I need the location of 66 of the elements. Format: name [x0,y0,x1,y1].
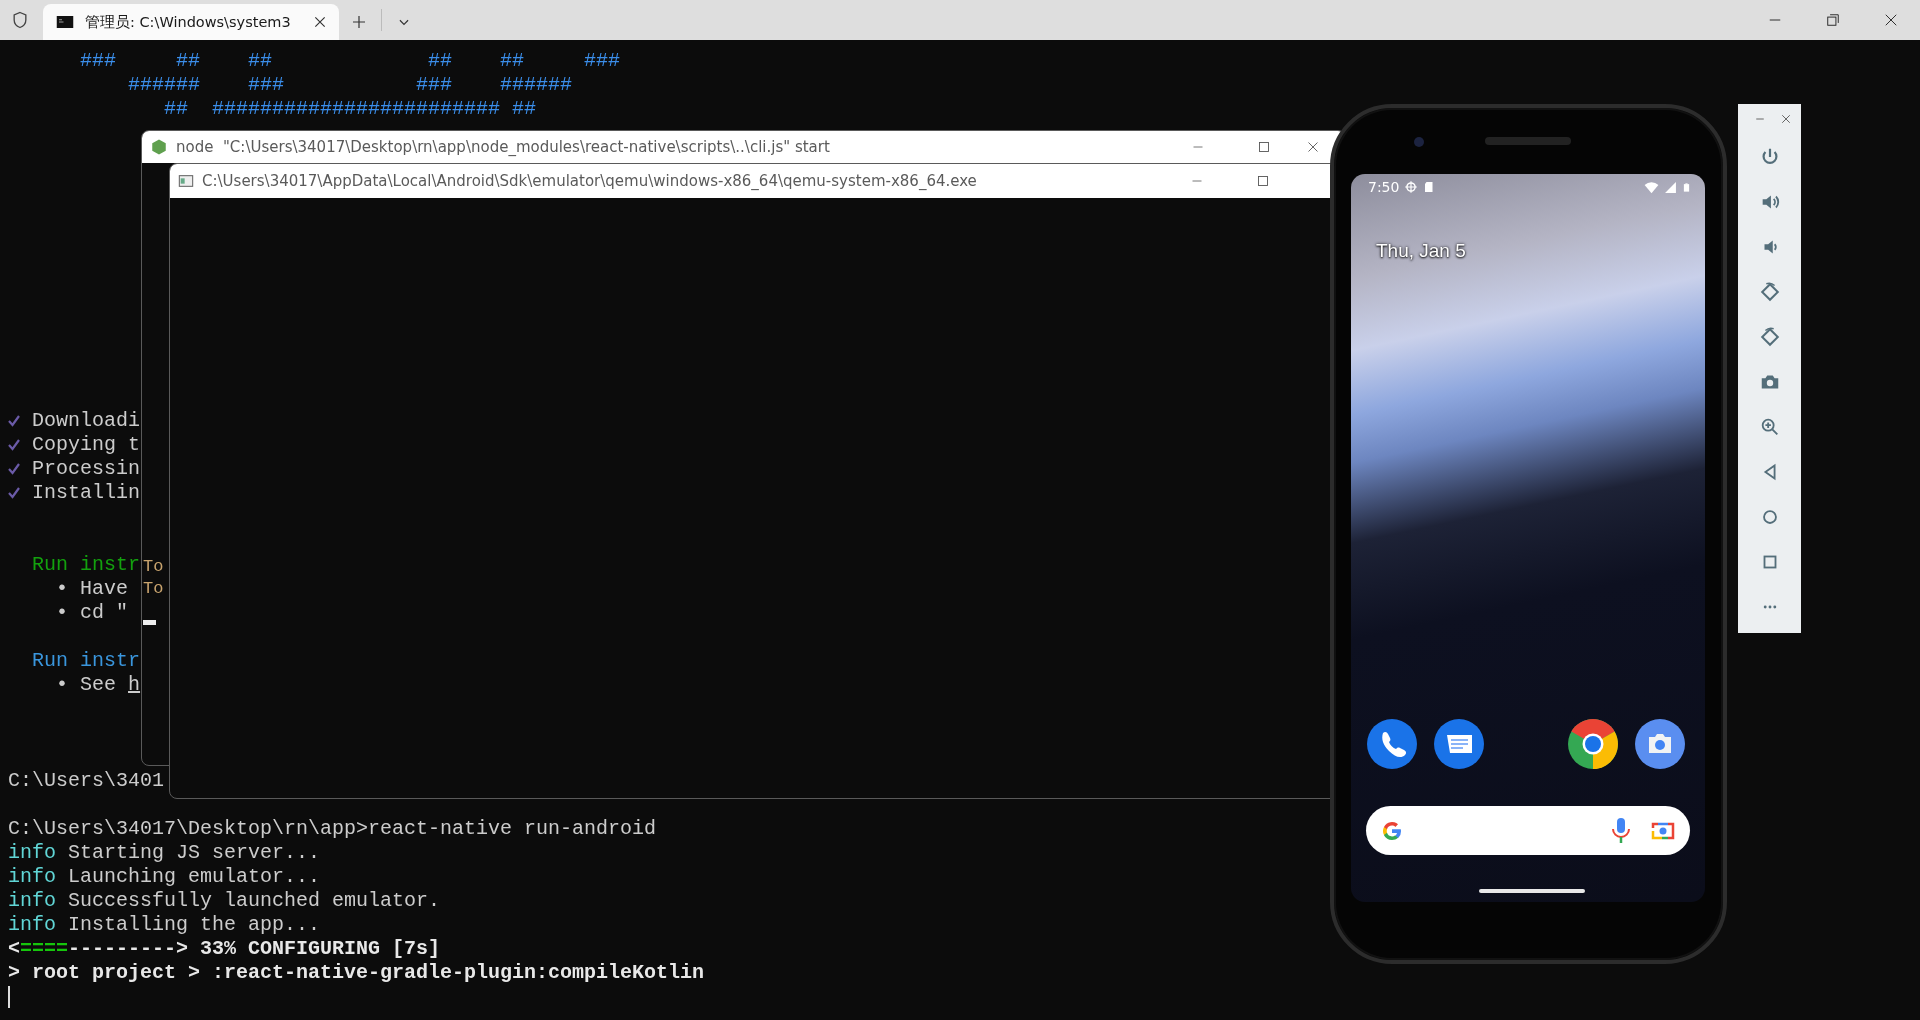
status-line: Installin [32,481,141,505]
ascii-art-line: ###### ### ### ###### [127,73,573,97]
browser-app-icon[interactable] [1568,719,1618,769]
info-tag: info [8,889,56,913]
status-line: Copying t [32,433,141,457]
bullet: • [56,673,68,697]
microphone-icon[interactable] [1610,816,1632,845]
terminal-icon [55,13,75,31]
more-icon [1761,604,1778,609]
terminal-tab[interactable]: 管理员: C:\Windows\system3 [43,4,339,40]
close-icon [313,15,327,29]
rotate-right-icon [1758,325,1781,348]
date-text: Thu, Jan 5 [1376,240,1466,262]
status-time: 7:50 [1368,179,1400,195]
front-camera [1414,137,1424,147]
gear-icon [1404,180,1419,194]
log-message: Starting JS server... [68,841,321,865]
window-title: node "C:\Users\34017\Desktop\rn\app\node_modules\react-native\scripts\..\cli.js" start [176,138,831,156]
check-icon [8,487,20,499]
info-tag: info [8,841,56,865]
task-line: > root project > :react-native-gradle-plugin:compileKotlin [8,961,705,985]
close-icon [1884,13,1898,27]
log-message: Successfully launched emulator. [68,889,441,913]
section-heading: Run instr [32,553,141,577]
text-cursor [143,620,156,625]
status-line: Processin [32,457,141,481]
status-line: Downloadi [32,409,141,433]
sd-card-icon [1423,180,1436,194]
messages-app-icon[interactable] [1434,719,1484,769]
phone-app-icon[interactable] [1367,719,1417,769]
log-message: Launching emulator... [68,865,321,889]
link[interactable]: h [128,673,141,697]
search-bar[interactable] [1366,806,1690,855]
ascii-art-line: ### ## ## ## ## ### [79,49,621,73]
hexagon-icon [150,138,168,156]
signal-icon [1664,180,1677,194]
maximize-icon [1257,175,1269,187]
console-text: To [143,578,165,600]
close-icon [1781,114,1791,124]
close-icon [1307,141,1319,153]
text-cursor [8,986,10,1008]
progress-line: <====---------> 33% CONFIGURING [7s] [8,937,441,961]
section-heading: Run instr [32,649,141,673]
ascii-art-line: ## ######################## ## [163,97,537,121]
check-icon [8,439,20,451]
command-prompt-line: C:\Users\34017\Desktop\rn\app>react-native run-android [8,817,657,841]
camera-app-icon[interactable] [1635,719,1685,769]
instruction-text: See [80,673,117,697]
restore-icon [1826,13,1840,27]
command-prompt-line: C:\Users\3401 [8,769,165,793]
wifi-icon [1644,179,1659,195]
info-tag: info [8,913,56,937]
instruction-text: cd " [80,601,129,625]
check-icon [8,463,20,475]
maximize-icon [1258,141,1270,153]
rotate-left-icon [1758,280,1781,303]
console-text: To [143,556,165,578]
check-icon [8,415,20,427]
window-icon [178,173,194,189]
bullet: • [56,601,68,625]
bullet: • [56,577,68,601]
log-message: Installing the app... [68,913,321,937]
window-title: C:\Users\34017\AppData\Local\Android\Sdk\emulator\qemu\windows-x86_64\qemu-system-x86_64.exe [202,172,978,190]
instruction-text: Have [80,577,129,601]
info-tag: info [8,865,56,889]
plus-icon [351,14,367,30]
